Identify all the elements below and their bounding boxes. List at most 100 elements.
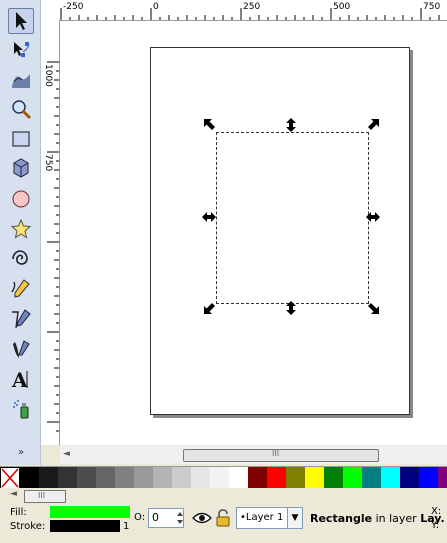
pencil-tool[interactable]: [9, 277, 33, 301]
scale-handle-se-icon[interactable]: [366, 301, 380, 315]
ruler-label: -250: [63, 2, 84, 12]
layer-dropdown-icon[interactable]: ▼: [287, 507, 303, 529]
arrow-icon: [16, 12, 27, 30]
palette-swatch[interactable]: [96, 467, 115, 489]
drawing-canvas[interactable]: [60, 21, 447, 445]
no-paint-icon: [1, 468, 19, 488]
rectangle-icon: [12, 131, 30, 147]
palette-swatch[interactable]: [229, 467, 248, 489]
color-palette: [0, 466, 447, 489]
scale-handle-w-icon[interactable]: [202, 210, 216, 224]
status-object-type: Rectangle: [310, 512, 373, 525]
wave-icon: [12, 74, 30, 88]
calligraphy-icon: [13, 340, 30, 358]
rectangle-tool[interactable]: [9, 127, 33, 151]
palette-scrollbar-thumb[interactable]: III: [24, 490, 66, 503]
vertical-ruler[interactable]: 1000 750: [41, 20, 60, 445]
palette-swatch[interactable]: [134, 467, 153, 489]
palette-swatch[interactable]: [210, 467, 229, 489]
pen-icon: [12, 309, 31, 329]
toolbox: A »: [0, 0, 41, 465]
node-arrow-icon: [14, 42, 30, 57]
selection-bounding-box: [216, 132, 369, 304]
lock-icon[interactable]: [216, 509, 230, 527]
ruler-label: 500: [333, 2, 351, 12]
status-bar: Fill: Stroke: 1 O: 0 •Layer 1 ▼ Rectangl…: [0, 503, 447, 543]
box-icon: [13, 158, 29, 178]
palette-swatch[interactable]: [381, 467, 400, 489]
fill-swatch[interactable]: [50, 506, 130, 518]
svg-text:A: A: [11, 368, 28, 390]
stroke-label: Stroke:: [10, 521, 46, 532]
ruler-label: 750: [423, 2, 441, 12]
scale-handle-s-icon[interactable]: [284, 301, 298, 315]
palette-scroll-left-icon[interactable]: ◄: [10, 489, 17, 499]
horizontal-scrollbar[interactable]: ◄ III: [60, 446, 447, 464]
status-message-text: in layer: [372, 512, 421, 525]
scale-handle-e-icon[interactable]: [366, 210, 380, 224]
palette-swatch[interactable]: [286, 467, 305, 489]
palette-scrollbar-grip: III: [38, 491, 46, 500]
ruler-label: 0: [153, 2, 159, 12]
palette-swatch[interactable]: [305, 467, 324, 489]
magnifier-icon: [12, 100, 32, 120]
pencil-icon: [11, 279, 30, 298]
calligraphy-tool[interactable]: [9, 337, 33, 361]
spiral-tool[interactable]: [9, 247, 33, 271]
palette-swatch[interactable]: [362, 467, 381, 489]
pen-tool[interactable]: [9, 307, 33, 331]
palette-swatch[interactable]: [172, 467, 191, 489]
ruler-label: 750: [43, 154, 53, 172]
scrollbar-thumb[interactable]: III: [183, 449, 379, 462]
palette-swatch[interactable]: [343, 467, 362, 489]
layer-select[interactable]: •Layer 1: [236, 507, 290, 529]
star-icon: [10, 218, 32, 239]
ellipse-tool[interactable]: [9, 187, 33, 211]
more-tools-icon[interactable]: »: [18, 447, 24, 458]
circle-icon: [12, 190, 30, 208]
scale-handle-n-icon[interactable]: [284, 118, 298, 132]
scale-handle-ne-icon[interactable]: [366, 118, 380, 132]
palette-swatch[interactable]: [115, 467, 134, 489]
palette-swatch[interactable]: [438, 467, 447, 489]
scroll-left-icon[interactable]: ◄: [63, 449, 70, 459]
zoom-tool[interactable]: [9, 97, 33, 121]
palette-swatch[interactable]: [58, 467, 77, 489]
palette-swatch[interactable]: [419, 467, 438, 489]
palette-scrollbar[interactable]: ◄ III: [0, 488, 447, 503]
text-icon: A: [11, 368, 28, 390]
3d-box-tool[interactable]: [9, 156, 33, 180]
palette-swatch[interactable]: [20, 467, 39, 489]
node-tool[interactable]: [9, 38, 33, 62]
spray-tool[interactable]: [9, 397, 33, 421]
fill-label: Fill:: [10, 507, 27, 518]
palette-swatch[interactable]: [324, 467, 343, 489]
palette-swatch[interactable]: [248, 467, 267, 489]
spray-icon: [13, 400, 29, 419]
scrollbar-grip: III: [272, 449, 280, 458]
stroke-swatch[interactable]: [50, 520, 120, 532]
palette-swatch[interactable]: [267, 467, 286, 489]
selector-tool[interactable]: [8, 8, 34, 34]
tweak-tool[interactable]: [9, 67, 33, 91]
x-coordinate-label: X:: [431, 506, 442, 517]
ruler-label: 1000: [43, 64, 53, 87]
no-paint-swatch[interactable]: [0, 467, 20, 489]
scale-handle-nw-icon[interactable]: [203, 118, 217, 132]
text-tool[interactable]: A: [9, 367, 33, 391]
eye-icon[interactable]: [192, 511, 212, 525]
palette-swatch[interactable]: [77, 467, 96, 489]
ruler-label: 250: [243, 2, 261, 12]
horizontal-ruler[interactable]: -250 0 250 500 750: [41, 0, 447, 21]
opacity-spinner-icon[interactable]: [175, 508, 185, 528]
status-message: Rectangle in layer Lay.: [310, 512, 445, 525]
stroke-width-value[interactable]: 1: [123, 521, 129, 532]
palette-swatch[interactable]: [39, 467, 58, 489]
spiral-icon: [12, 250, 28, 265]
palette-swatch[interactable]: [153, 467, 172, 489]
scale-handle-sw-icon[interactable]: [203, 301, 217, 315]
palette-swatch[interactable]: [400, 467, 419, 489]
opacity-label: O:: [134, 512, 146, 523]
palette-swatch[interactable]: [191, 467, 210, 489]
star-tool[interactable]: [9, 217, 33, 241]
